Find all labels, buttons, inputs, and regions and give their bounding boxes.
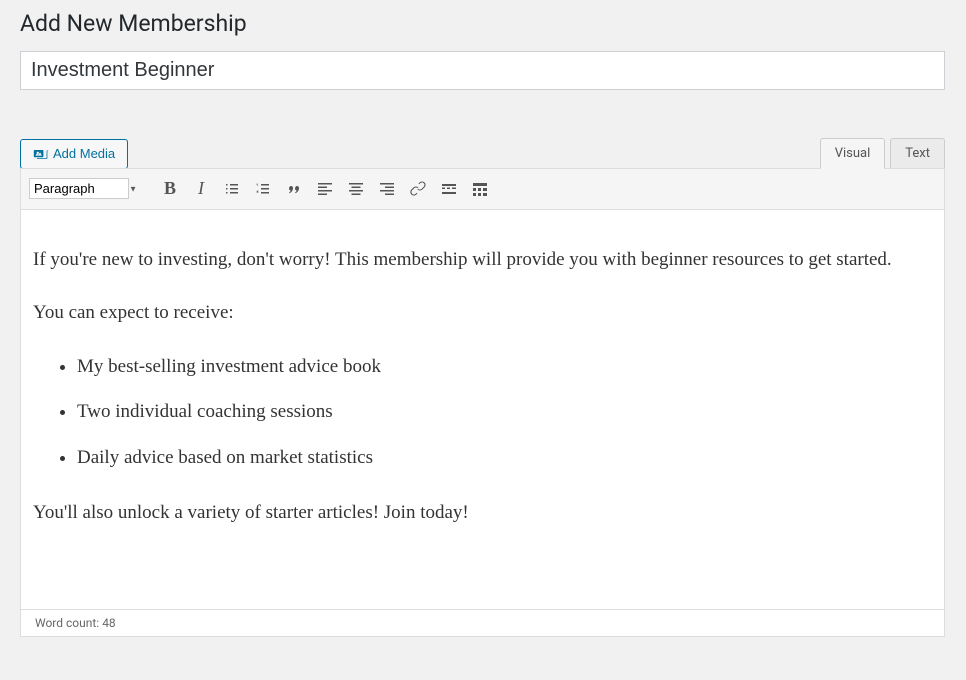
toolbar-toggle-icon — [470, 179, 490, 199]
add-media-label: Add Media — [53, 146, 115, 161]
add-media-button[interactable]: Add Media — [20, 139, 128, 169]
link-button[interactable] — [403, 175, 433, 203]
content-paragraph: You can expect to receive: — [33, 298, 932, 327]
bullet-list-button[interactable] — [217, 175, 247, 203]
blockquote-button[interactable] — [279, 175, 309, 203]
align-right-button[interactable] — [372, 175, 402, 203]
toolbar-toggle-button[interactable] — [465, 175, 495, 203]
numbered-list-icon — [253, 179, 273, 199]
editor-tabs: Visual Text — [815, 138, 945, 169]
editor-wrap: Add Media Visual Text Paragraph B I If y… — [20, 138, 945, 638]
align-left-icon — [315, 179, 335, 199]
content-paragraph: If you're new to investing, don't worry!… — [33, 245, 932, 274]
align-center-icon — [346, 179, 366, 199]
word-count-label: Word count: — [35, 616, 102, 630]
italic-icon: I — [198, 178, 204, 199]
bullet-list-icon — [222, 179, 242, 199]
format-select[interactable]: Paragraph — [29, 178, 129, 199]
editor-toolbar: Paragraph B I — [20, 168, 945, 210]
italic-button[interactable]: I — [186, 175, 216, 203]
content-paragraph: You'll also unlock a variety of starter … — [33, 498, 932, 527]
bold-icon: B — [164, 178, 176, 199]
list-item: Daily advice based on market statistics — [77, 443, 932, 472]
list-item: Two individual coaching sessions — [77, 397, 932, 426]
format-select-wrap: Paragraph — [29, 178, 143, 199]
tab-visual[interactable]: Visual — [820, 138, 886, 169]
bold-button[interactable]: B — [155, 175, 185, 203]
link-icon — [408, 179, 428, 199]
media-icon — [33, 146, 49, 162]
editor-top-row: Add Media Visual Text — [20, 138, 945, 169]
editor-content[interactable]: If you're new to investing, don't worry!… — [20, 210, 945, 610]
align-center-button[interactable] — [341, 175, 371, 203]
word-count-value: 48 — [102, 616, 116, 630]
tab-text[interactable]: Text — [890, 138, 945, 169]
page-title: Add New Membership — [20, 0, 946, 43]
blockquote-icon — [284, 179, 304, 199]
align-right-icon — [377, 179, 397, 199]
list-item: My best-selling investment advice book — [77, 352, 932, 381]
numbered-list-button[interactable] — [248, 175, 278, 203]
content-list: My best-selling investment advice book T… — [33, 352, 932, 472]
title-input[interactable] — [20, 51, 945, 90]
insert-more-button[interactable] — [434, 175, 464, 203]
insert-more-icon — [439, 179, 459, 199]
status-bar: Word count: 48 — [20, 610, 945, 637]
align-left-button[interactable] — [310, 175, 340, 203]
